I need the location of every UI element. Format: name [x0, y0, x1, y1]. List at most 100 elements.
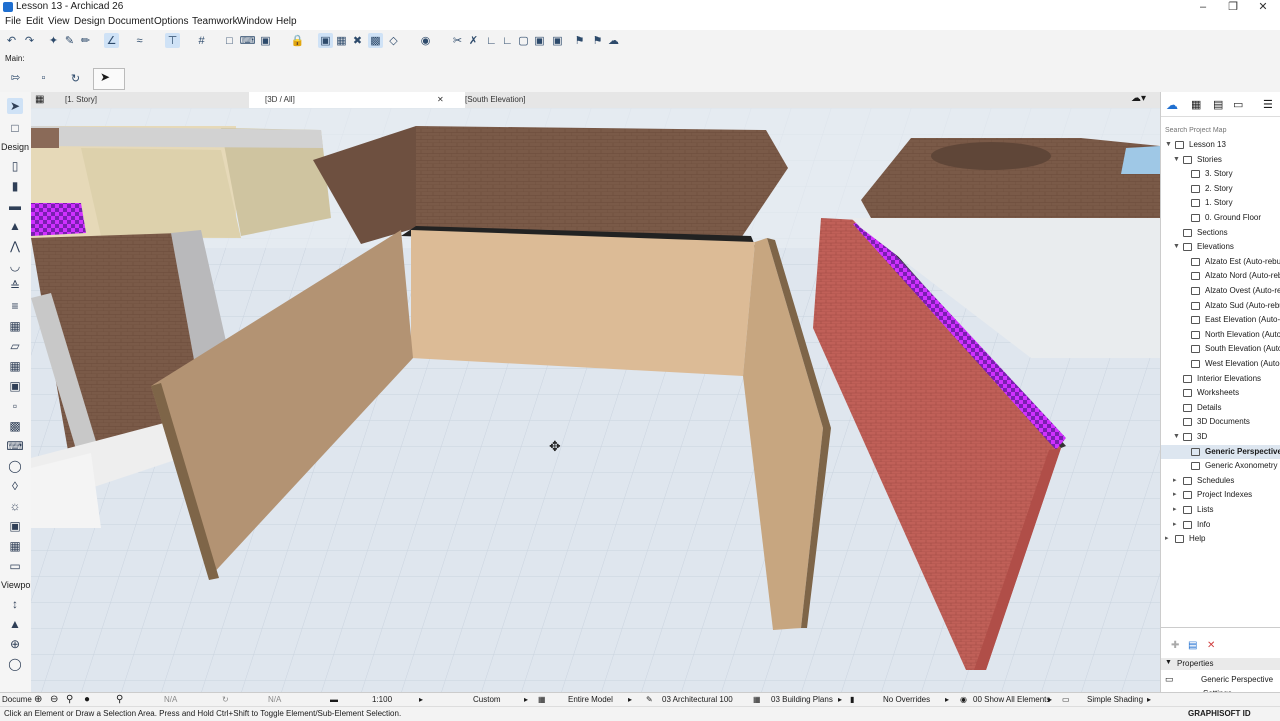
door-tool-icon[interactable]: ▱ [7, 338, 23, 354]
delete-icon[interactable]: ✕ [1207, 640, 1215, 651]
slab-tool-icon[interactable]: ▲ [7, 218, 23, 234]
tab-1-story[interactable]: [1. Story] [53, 92, 263, 108]
adjust-icon[interactable]: ✗ [466, 33, 481, 48]
layout-book-icon[interactable]: ▤ [1213, 98, 1223, 111]
graphisoft-id-link[interactable]: GRAPHISOFT ID [1188, 708, 1251, 720]
railing-tool-icon[interactable]: ≡ [7, 298, 23, 314]
project-map-item[interactable]: Alzato Sud (Auto-rebuild Model) [1161, 299, 1280, 314]
menu-help[interactable]: Help [274, 16, 299, 27]
tab-overview-icon[interactable]: ▦ [35, 94, 44, 105]
project-map-search-input[interactable] [1163, 124, 1280, 136]
project-map-item[interactable]: Sections [1161, 226, 1280, 241]
opening-tool-icon[interactable]: ▫ [7, 398, 23, 414]
roof-tool-icon[interactable]: ⋀ [7, 238, 23, 254]
zoom-out-icon[interactable]: ⊖ [50, 694, 58, 706]
project-map-item[interactable]: ▸ Help [1161, 532, 1280, 547]
shell-tool-icon[interactable]: ◡ [7, 258, 23, 274]
navigator-menu-icon[interactable]: ☰ [1263, 98, 1273, 111]
interior-elevation-tool-icon[interactable]: ⊕ [7, 636, 23, 652]
trace-icon[interactable]: ⌨ [240, 33, 256, 48]
offset-icon[interactable]: ▢ [516, 33, 531, 48]
project-map-item[interactable]: ▼ Elevations [1161, 240, 1280, 255]
filter-icon[interactable]: ▩ [368, 33, 383, 48]
split-icon[interactable]: ✂ [450, 33, 465, 48]
grid-snap-icon[interactable]: # [194, 33, 209, 48]
zoom-icon[interactable]: ⚲ [66, 694, 73, 706]
project-map-item[interactable]: ▸ Lists [1161, 503, 1280, 518]
pen-set-selector[interactable]: 03 Architectural 100 [662, 694, 733, 706]
intersect-icon[interactable]: ∟ [484, 33, 499, 48]
tab-3d-all[interactable]: [3D / All] ✕ [249, 92, 465, 108]
chevron-right-icon[interactable]: ▸ [1173, 503, 1177, 518]
mvo-selector[interactable]: 03 Building Plans [771, 694, 833, 706]
arrow-tool-icon[interactable]: ⇰ [8, 70, 23, 85]
marquee-tool-icon[interactable]: □ [7, 120, 23, 136]
cube-tool-icon[interactable]: ▣ [7, 518, 23, 534]
fit-icon[interactable]: ⚲ [116, 694, 123, 706]
project-map-item[interactable]: 1. Story [1161, 196, 1280, 211]
menu-view[interactable]: View [46, 16, 72, 27]
new-view-icon[interactable]: ✚ [1171, 640, 1179, 651]
chevron-down-icon[interactable]: ▼ [1173, 430, 1180, 445]
minimize-icon[interactable]: – [1188, 0, 1218, 15]
project-map-item[interactable]: West Elevation (Auto-rebuild Model) [1161, 357, 1280, 372]
renovation-selector[interactable]: 00 Show All Elements [973, 694, 1050, 706]
curtain-wall-tool-icon[interactable]: ▦ [7, 318, 23, 334]
menu-options[interactable]: Options [152, 16, 190, 27]
beam-tool-icon[interactable]: ▬ [7, 198, 23, 214]
tab-south-elevation[interactable]: [South Elevation] [451, 92, 661, 108]
worksheet-tool-icon[interactable]: ◯ [7, 656, 23, 672]
skylight-tool-icon[interactable]: ▣ [7, 378, 23, 394]
snap-guides-icon[interactable]: ≈ [132, 33, 147, 48]
column-tool-icon[interactable]: ▮ [7, 178, 23, 194]
sun-icon[interactable]: ◉ [418, 33, 433, 48]
chevron-right-icon[interactable]: ▸ [1173, 518, 1177, 533]
rotate-icon[interactable]: ▣ [550, 33, 565, 48]
redo-icon[interactable]: ↷ [22, 33, 37, 48]
orbit-icon[interactable]: ● [84, 694, 90, 706]
chevron-down-icon[interactable]: ▼ [1165, 138, 1172, 153]
rotate-view-icon[interactable]: ↻ [68, 71, 83, 86]
stair-tool-icon[interactable]: ≙ [7, 278, 23, 294]
3d-cutting-icon[interactable]: ▣ [318, 33, 333, 48]
3d-viewport[interactable]: ✥ [31, 108, 1160, 692]
resize-icon[interactable]: ▣ [532, 33, 547, 48]
chevron-down-icon[interactable]: ▼ [1173, 240, 1180, 255]
project-map-item[interactable]: 3. Story [1161, 167, 1280, 182]
project-map-item[interactable]: Alzato Est (Auto-rebuild Model) [1161, 255, 1280, 270]
grid-tool-icon[interactable]: ▦ [7, 538, 23, 554]
project-map-item[interactable]: ▸ Project Indexes [1161, 488, 1280, 503]
structure-selector[interactable]: Custom [473, 694, 501, 706]
3d-window-icon[interactable]: ▦ [334, 33, 349, 48]
project-map-item[interactable]: Worksheets [1161, 386, 1280, 401]
restore-icon[interactable]: ❐ [1218, 0, 1248, 15]
view-settings-icon[interactable]: ▤ [1188, 640, 1197, 651]
lamp-tool-icon[interactable]: ☼ [7, 498, 23, 514]
menu-edit[interactable]: Edit [24, 16, 45, 27]
chevron-down-icon[interactable]: ▼ [1173, 153, 1180, 168]
project-map-item[interactable]: Interior Elevations [1161, 372, 1280, 387]
layer-icon[interactable]: ▣ [258, 33, 273, 48]
shading-selector[interactable]: Simple Shading [1087, 694, 1143, 706]
project-map-item[interactable]: ▼ Stories [1161, 153, 1280, 168]
figure-tool-icon[interactable]: ▭ [7, 558, 23, 574]
wall-tool-icon[interactable]: ▯ [7, 158, 23, 174]
object-tool-icon[interactable]: ▩ [7, 418, 23, 434]
marquee-icon[interactable]: ▫ [36, 70, 51, 85]
zone-tool-icon[interactable]: ⌨ [6, 438, 23, 454]
project-map-item[interactable]: North Elevation (Auto-rebuild Model) [1161, 328, 1280, 343]
scale-selector[interactable]: 1:100 [372, 694, 392, 706]
project-map-item[interactable]: 0. Ground Floor [1161, 211, 1280, 226]
flag-icon[interactable]: ⚑ [572, 33, 587, 48]
menu-teamwork[interactable]: Teamwork [190, 16, 240, 27]
project-map-item[interactable]: Generic Perspective [1161, 444, 1280, 460]
project-map-icon[interactable]: ☁ [1166, 98, 1178, 112]
project-map-item[interactable]: East Elevation (Auto-rebuild Model) [1161, 313, 1280, 328]
gravity-icon[interactable]: ⊤ [165, 33, 180, 48]
view-options-icon[interactable]: ☁▾ [1131, 93, 1146, 104]
project-map-item[interactable]: Details [1161, 401, 1280, 416]
window-tool-icon[interactable]: ▦ [7, 358, 23, 374]
chevron-right-icon[interactable]: ▸ [1173, 488, 1177, 503]
menu-document[interactable]: Document [106, 16, 156, 27]
chevron-right-icon[interactable]: ▸ [1173, 474, 1177, 489]
